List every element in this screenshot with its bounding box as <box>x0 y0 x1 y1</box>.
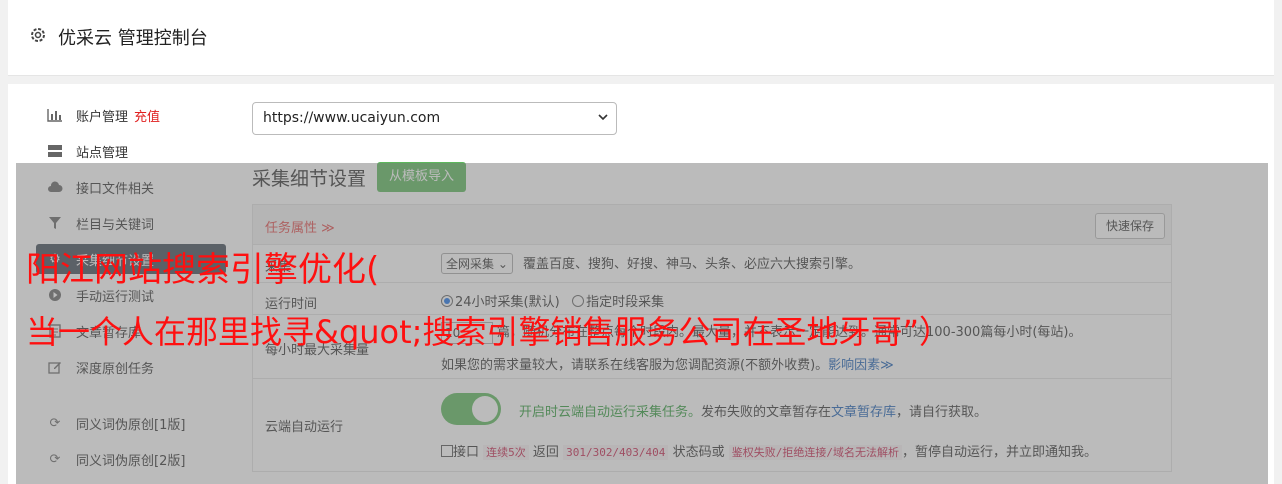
gear-icon <box>31 28 45 42</box>
header-bar: 优采云 管理控制台 <box>8 0 1274 76</box>
chevron-down-icon <box>598 114 608 121</box>
site-select[interactable]: https://www.ucaiyun.com <box>252 102 617 135</box>
sidebar-item-label: 账户管理 <box>76 109 129 125</box>
watermark-line-1: 阳江网站搜索引擎优化( <box>26 250 380 290</box>
bar-chart-icon <box>46 107 64 123</box>
console-title: 优采云 管理控制台 <box>58 28 208 49</box>
server-icon <box>46 143 64 159</box>
sidebar-item-sites[interactable]: 站点管理 <box>36 136 226 166</box>
sidebar-item-label: 站点管理 <box>76 145 129 161</box>
recharge-link[interactable]: 充值 <box>134 106 160 125</box>
watermark-line-2: 当一个人在那里找寻&quot;搜索引擎销售服务公司在圣地牙哥”） <box>26 313 952 351</box>
sidebar-item-account[interactable]: 账户管理 充值 <box>36 100 226 130</box>
site-select-value: https://www.ucaiyun.com <box>263 110 441 126</box>
